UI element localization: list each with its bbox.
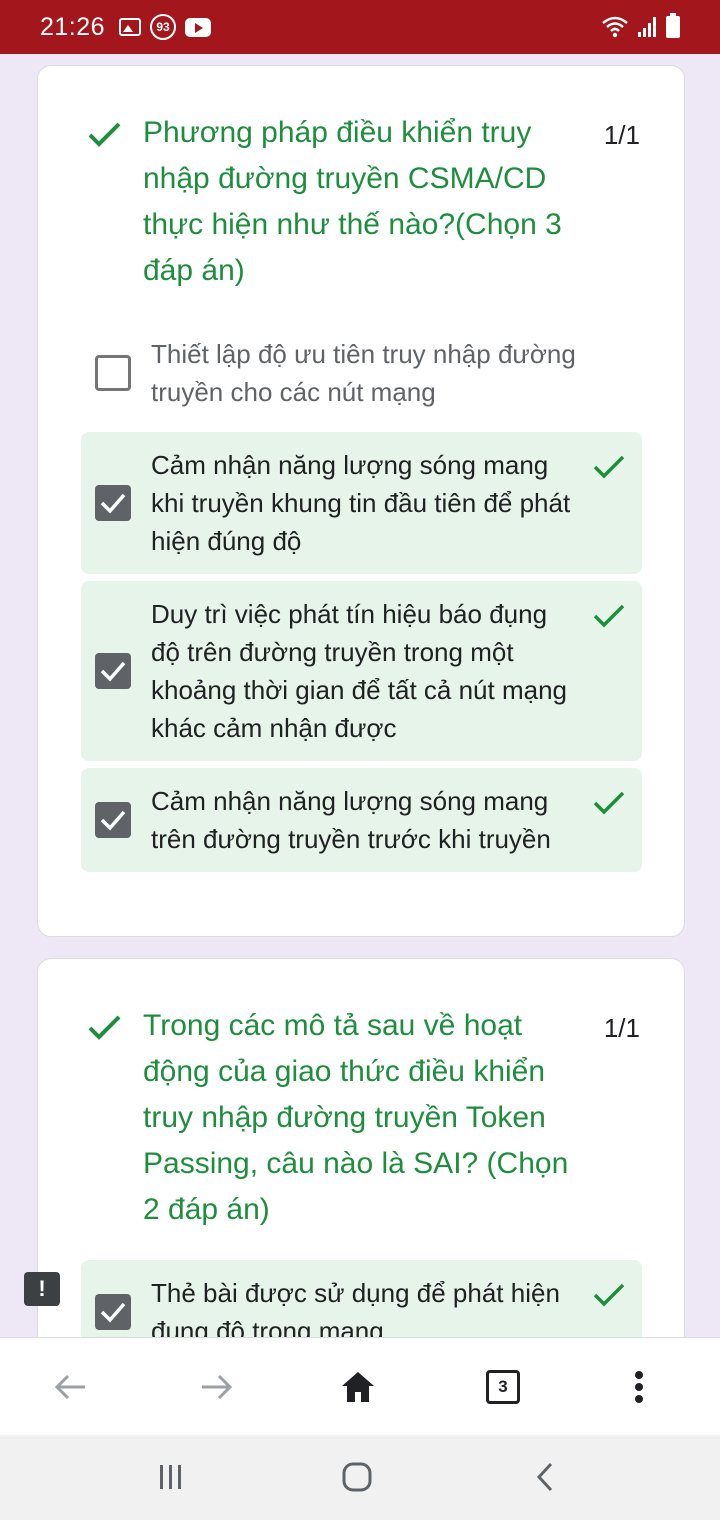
back-arrow-icon[interactable]	[47, 1364, 93, 1410]
checkbox-checked-icon[interactable]	[95, 1294, 131, 1330]
checkbox-checked-icon[interactable]	[95, 653, 131, 689]
question-correct-check-icon	[88, 1015, 121, 1040]
checkbox-checked-icon[interactable]	[95, 802, 131, 838]
home-circle-icon[interactable]	[334, 1457, 380, 1497]
question-title: Phương pháp điều khiển truy nhập đường t…	[143, 116, 562, 287]
gallery-icon	[119, 18, 142, 36]
recents-icon[interactable]	[148, 1457, 194, 1497]
forward-arrow-icon[interactable]	[194, 1364, 240, 1410]
wifi-icon	[602, 16, 628, 38]
question-score: 1/1	[603, 1013, 640, 1043]
status-time: 21:26	[40, 12, 106, 41]
answer-option-text: Cảm nhận năng lượng sóng mang khi truyền…	[151, 450, 571, 556]
feedback-exclamation-icon[interactable]: !	[24, 1272, 60, 1306]
question-card-2: Trong các mô tả sau về hoạt động của gia…	[37, 958, 685, 1380]
signal-icon	[638, 17, 656, 37]
question-title: Trong các mô tả sau về hoạt động của gia…	[143, 1009, 569, 1226]
correct-tick-icon	[593, 604, 625, 628]
tabs-count[interactable]: 3	[486, 1370, 520, 1404]
correct-tick-icon	[593, 791, 625, 815]
answer-option-correct[interactable]: Cảm nhận năng lượng sóng mang trên đường…	[81, 768, 642, 872]
correct-tick-icon	[593, 455, 625, 479]
battery-icon	[666, 13, 680, 38]
youtube-icon	[185, 17, 212, 37]
back-chevron-icon[interactable]	[522, 1457, 568, 1497]
correct-tick-icon	[593, 1283, 625, 1307]
answer-option-text: Thiết lập độ ưu tiên truy nhập đường tru…	[151, 339, 576, 407]
status-bar: 21:26 93	[0, 0, 720, 54]
question-card-1: Phương pháp điều khiển truy nhập đường t…	[37, 65, 685, 937]
question-correct-check-icon	[88, 122, 121, 147]
checkbox-checked-icon[interactable]	[95, 485, 131, 521]
browser-toolbar: 3	[0, 1337, 720, 1435]
home-icon[interactable]	[335, 1364, 381, 1410]
answer-option-correct[interactable]: Cảm nhận năng lượng sóng mang khi truyền…	[81, 432, 642, 574]
question-score: 1/1	[603, 120, 640, 150]
tabs-icon[interactable]: 3	[480, 1364, 526, 1410]
answer-option-correct[interactable]: Duy trì việc phát tín hiệu báo đụng độ t…	[81, 581, 642, 761]
answer-option-text: Cảm nhận năng lượng sóng mang trên đường…	[151, 786, 551, 854]
more-vert-icon[interactable]	[616, 1364, 662, 1410]
system-nav-bar	[0, 1435, 720, 1520]
answer-option-text: Duy trì việc phát tín hiệu báo đụng độ t…	[151, 599, 567, 743]
answer-option[interactable]: Thiết lập độ ưu tiên truy nhập đường tru…	[81, 333, 642, 407]
checkbox-unchecked-icon[interactable]	[95, 355, 131, 391]
notification-badge-icon: 93	[150, 14, 177, 40]
